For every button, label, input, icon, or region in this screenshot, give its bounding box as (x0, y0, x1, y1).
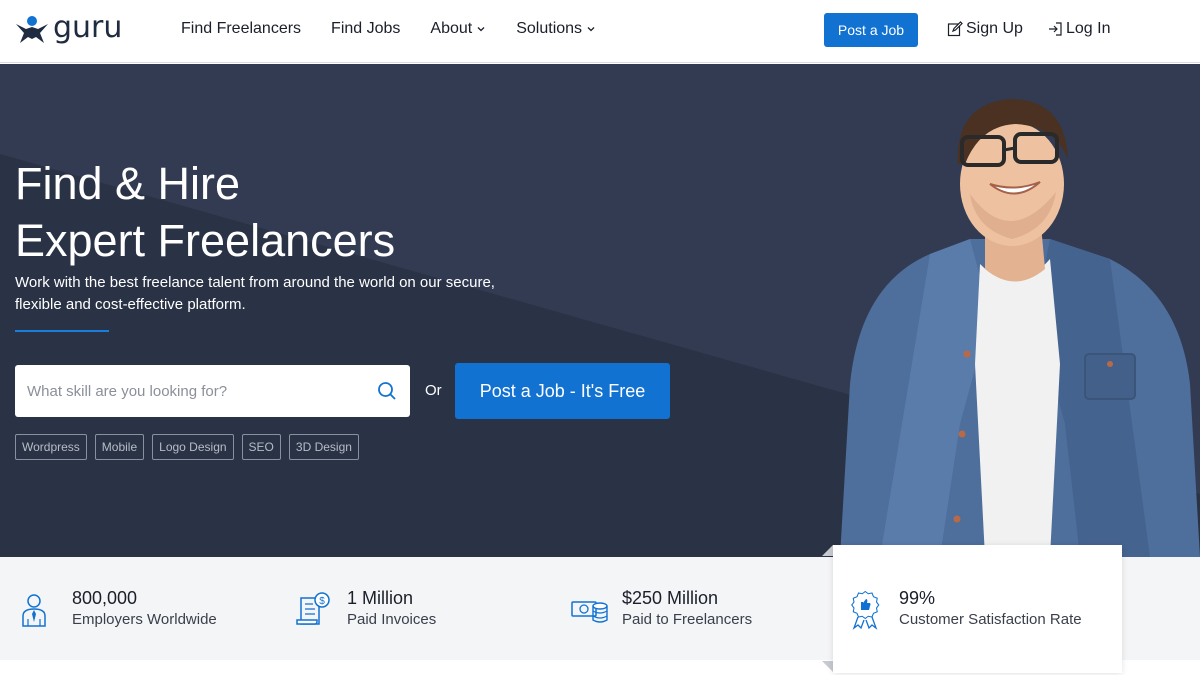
hero-divider (15, 330, 109, 332)
chevron-down-icon (587, 27, 595, 32)
card-fold-decoration (822, 661, 833, 672)
stat-invoices: $ 1 Million Paid Invoices (295, 587, 436, 631)
stat-value: 800,000 (72, 588, 138, 608)
tag-mobile[interactable]: Mobile (94, 434, 145, 460)
money-icon (571, 601, 608, 623)
stat-text: 1 Million Paid Invoices (347, 587, 436, 631)
sign-up-link[interactable]: Sign Up (947, 20, 1023, 38)
hero-title: Find & Hire Expert Freelancers (15, 155, 395, 269)
stat-label: Paid Invoices (347, 611, 437, 628)
log-in-link[interactable]: Log In (1047, 20, 1110, 38)
site-header: guru Find Freelancers Find Jobs About So… (0, 0, 1200, 63)
stat-satisfaction-card: 99% Customer Satisfaction Rate (833, 545, 1122, 673)
post-job-free-button[interactable]: Post a Job - It's Free (455, 363, 670, 419)
post-job-button[interactable]: Post a Job (824, 13, 918, 47)
skill-search-box[interactable] (15, 365, 410, 417)
stat-employers: 800,000 Employers Worldwide (20, 587, 217, 631)
stat-value: 99% (899, 588, 936, 608)
stat-text: 99% Customer Satisfaction Rate (899, 587, 1082, 631)
nav-label: About (430, 20, 473, 37)
freelancer-photo (840, 99, 1200, 557)
guru-logo[interactable]: guru (14, 10, 139, 46)
stat-value: $250 Million (622, 588, 719, 608)
main-nav: Find Freelancers Find Jobs About Solutio… (181, 18, 626, 40)
edit-icon (947, 21, 963, 37)
stat-text: 800,000 Employers Worldwide (72, 587, 217, 631)
hero-subtitle: Work with the best freelance talent from… (15, 274, 495, 313)
popular-skill-tags: Wordpress Mobile Logo Design SEO 3D Desi… (15, 434, 367, 460)
nav-label: Find Freelancers (181, 20, 302, 37)
nav-find-jobs[interactable]: Find Jobs (331, 18, 400, 40)
guru-logo-icon (16, 16, 48, 43)
chevron-down-icon (477, 27, 485, 32)
logo-wordmark: guru (53, 10, 123, 45)
stat-label: Customer Satisfaction Rate (899, 611, 1082, 628)
stat-text: $250 Million Paid to Freelancers (622, 587, 752, 631)
invoice-icon: $ (296, 592, 330, 625)
tag-wordpress[interactable]: Wordpress (15, 434, 87, 460)
sign-up-label: Sign Up (966, 20, 1023, 37)
nav-label: Find Jobs (331, 20, 401, 37)
tag-seo[interactable]: SEO (241, 434, 281, 460)
stat-label: Employers Worldwide (72, 611, 217, 628)
hero-section: Find & Hire Expert Freelancers Work with… (0, 64, 1200, 557)
search-icon[interactable] (377, 381, 397, 401)
stat-value: 1 Million (347, 588, 414, 608)
hero-title-line-2: Expert Freelancers (15, 215, 396, 266)
skill-search-input[interactable] (27, 382, 367, 400)
tag-logo-design[interactable]: Logo Design (152, 434, 234, 460)
nav-about[interactable]: About (430, 18, 486, 40)
stat-label: Paid to Freelancers (622, 611, 753, 628)
login-icon (1049, 22, 1062, 36)
stat-satisfaction: 99% Customer Satisfaction Rate (845, 587, 1082, 631)
or-label: Or (425, 382, 442, 399)
stat-paid-freelancers: $250 Million Paid to Freelancers (570, 587, 752, 631)
nav-solutions[interactable]: Solutions (516, 18, 596, 40)
employer-icon (22, 594, 46, 627)
hero-title-line-1: Find & Hire (15, 158, 241, 209)
badge-icon (851, 590, 880, 630)
svg-text:$: $ (319, 596, 325, 607)
log-in-label: Log In (1066, 20, 1111, 37)
nav-find-freelancers[interactable]: Find Freelancers (181, 18, 301, 40)
card-fold-decoration (822, 545, 833, 556)
nav-label: Solutions (516, 20, 583, 37)
tag-3d-design[interactable]: 3D Design (288, 434, 359, 460)
